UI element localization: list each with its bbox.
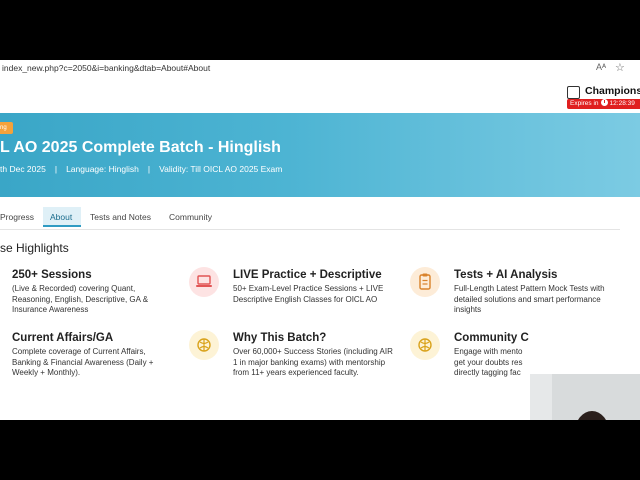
highlight-desc: 50+ Exam-Level Practice Sessions + LIVE … [233, 284, 384, 304]
logo-mark-icon [567, 86, 580, 99]
tab-tests-and-notes[interactable]: Tests and Notes [90, 207, 151, 227]
highlight-desc: Over 60,000+ Success Stories (including … [233, 347, 393, 377]
batch-validity: Validity: Till OICL AO 2025 Exam [159, 164, 283, 174]
reader-mode-icon[interactable]: Aᴬ [596, 62, 606, 72]
meta-separator: | [147, 164, 151, 174]
highlight-title: Tests + AI Analysis [454, 269, 558, 281]
highlight-desc: Engage with mento get your doubts res di… [454, 347, 523, 377]
expiry-time: 12:28:39 [609, 100, 635, 107]
clipboard-icon [410, 267, 440, 297]
tab-about[interactable]: About [43, 207, 81, 227]
laptop-icon [189, 267, 219, 297]
presenter-figure [530, 374, 640, 420]
highlight-desc: Complete coverage of Current Affairs, Ba… [12, 347, 154, 377]
batch-language: Language: Hinglish [66, 164, 139, 174]
presenter-video [530, 374, 640, 420]
expiry-timer-badge: Expires in 12:28:39 [567, 99, 640, 109]
tab-progress[interactable]: Progress [0, 207, 34, 227]
batch-meta: th Dec 2025 | Language: Hinglish | Validity:… [0, 164, 282, 174]
address-bar[interactable]: index_new.php?c=2050&i=banking&dtab=Abou… [0, 60, 640, 81]
highlight-title: Why This Batch? [233, 332, 327, 344]
tab-community[interactable]: Community [169, 207, 212, 227]
batch-badge: ng [0, 122, 13, 134]
site-header: Champions S Expires in 12:28:39 [0, 80, 640, 113]
browser-viewport: index_new.php?c=2050&i=banking&dtab=Abou… [0, 60, 640, 420]
highlight-title: 250+ Sessions [12, 269, 92, 281]
expiry-label: Expires in [570, 100, 599, 107]
highlights-heading: se Highlights [0, 241, 69, 255]
highlight-title: Current Affairs/GA [12, 332, 114, 344]
batch-banner: ng L AO 2025 Complete Batch - Hinglish t… [0, 113, 640, 197]
highlight-title: LIVE Practice + Descriptive [233, 269, 382, 281]
highlight-title: Community C [454, 332, 529, 344]
clock-icon [600, 99, 608, 106]
highlight-desc: Full-Length Latest Pattern Mock Tests wi… [454, 284, 605, 314]
logo-text: Champions S [585, 85, 640, 97]
batch-title: L AO 2025 Complete Batch - Hinglish [0, 139, 281, 156]
batch-date: th Dec 2025 [0, 164, 46, 174]
highlight-desc: (Live & Recorded) covering Quant, Reason… [12, 284, 149, 314]
brain-icon [189, 330, 219, 360]
course-tabs: Progress About Tests and Notes Community [0, 205, 620, 230]
favorite-star-icon[interactable]: ☆ [615, 61, 625, 74]
url-text[interactable]: index_new.php?c=2050&i=banking&dtab=Abou… [2, 63, 210, 73]
brain-icon [410, 330, 440, 360]
meta-separator: | [54, 164, 58, 174]
